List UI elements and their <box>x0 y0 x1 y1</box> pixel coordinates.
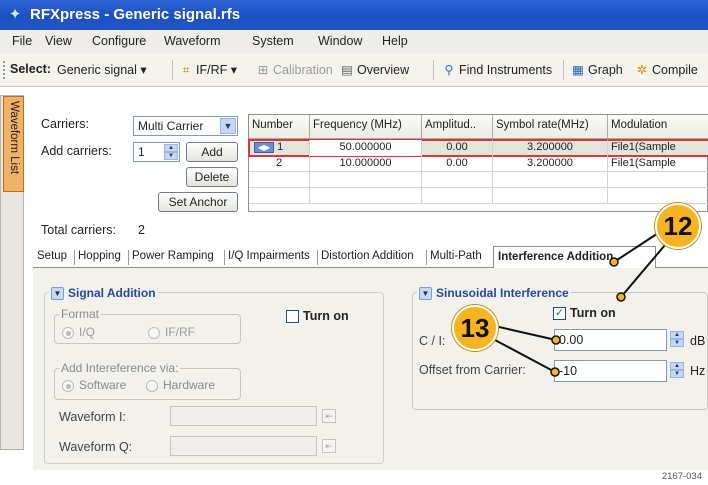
callout-dot <box>551 335 561 345</box>
callout-13-leader-ci <box>498 326 557 341</box>
callout-dot <box>550 367 560 377</box>
callout-dot <box>616 292 626 302</box>
figure-reference: 2167-034 <box>661 471 702 482</box>
callout-12-badge: 12 <box>655 203 701 249</box>
callout-13-badge: 13 <box>452 305 498 351</box>
callout-dot <box>609 257 619 267</box>
callout-13-leader-offset <box>494 339 556 373</box>
callout-leader-lines <box>494 225 677 377</box>
